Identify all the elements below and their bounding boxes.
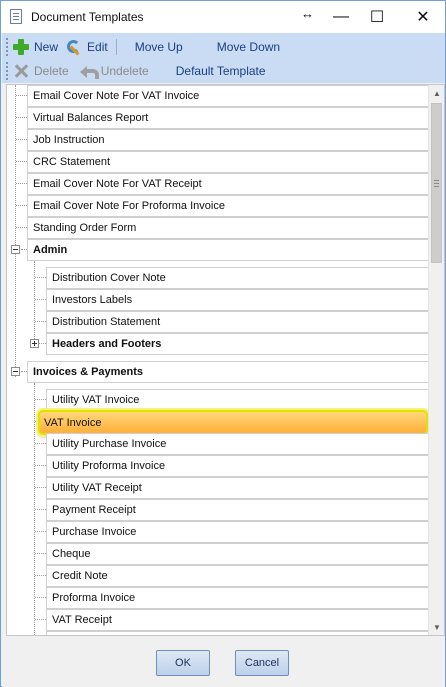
- toolbar: New Edit Move Up Move Down Delete Undele…: [2, 33, 445, 83]
- tree-item[interactable]: Email Cover Note For VAT Receipt: [27, 173, 429, 195]
- tree-item[interactable]: Utility VAT Receipt: [46, 477, 429, 499]
- tree-connector: [16, 205, 27, 206]
- tree-connector: [16, 139, 27, 140]
- new-label: New: [34, 40, 59, 54]
- new-button[interactable]: New: [13, 36, 58, 58]
- maximize-button[interactable]: ☐: [359, 1, 395, 33]
- tree-connector: [35, 321, 46, 322]
- toolbar-grip[interactable]: [6, 38, 8, 56]
- undelete-label: Undelete: [100, 64, 149, 78]
- tree-connector: [16, 95, 27, 96]
- move-down-button[interactable]: Move Down: [217, 36, 280, 58]
- ok-button[interactable]: OK: [156, 650, 210, 676]
- minimize-button[interactable]: —: [323, 1, 359, 33]
- tree-connector: [35, 443, 46, 444]
- default-template-label: Default Template: [175, 64, 266, 78]
- delete-icon: [13, 63, 29, 79]
- tree-item[interactable]: Payment Receipt: [46, 499, 429, 521]
- tree-item[interactable]: Virtual Balances Report: [27, 107, 429, 129]
- tree-group-admin[interactable]: Admin: [27, 239, 429, 261]
- toolbar-grip[interactable]: [6, 62, 8, 80]
- scrollbar-thumb[interactable]: [431, 103, 442, 263]
- expand-toggle-headers-footers[interactable]: [30, 339, 39, 348]
- collapse-toggle-admin[interactable]: [11, 245, 20, 254]
- tree-item[interactable]: Proforma Invoice: [46, 587, 429, 609]
- close-button[interactable]: ✕: [405, 1, 441, 33]
- tree-item[interactable]: Distribution Statement: [46, 311, 429, 333]
- tree-connector: [35, 487, 46, 488]
- scroll-up-arrow-icon[interactable]: ▲: [429, 85, 444, 101]
- tree-connector: [34, 261, 35, 343]
- toolbar-row-1: New Edit Move Up Move Down: [13, 35, 280, 59]
- tree-connector: [16, 161, 27, 162]
- toolbar-separator: [115, 39, 117, 55]
- undelete-button[interactable]: Undelete: [79, 60, 149, 82]
- tree-content: Email Cover Note For VAT Invoice Virtual…: [7, 85, 429, 635]
- tree-item[interactable]: Purchase Invoice: [46, 521, 429, 543]
- collapse-toggle-invoices-payments[interactable]: [11, 367, 20, 376]
- tree-item[interactable]: CRC Statement: [27, 151, 429, 173]
- scrollbar-grip-icon: [434, 180, 439, 187]
- tree-item[interactable]: [46, 631, 429, 635]
- tree-connector: [35, 399, 46, 400]
- delete-label: Delete: [34, 64, 69, 78]
- undo-icon: [79, 63, 99, 79]
- dialog-footer: OK Cancel: [2, 637, 445, 687]
- window-title: Document Templates: [31, 10, 144, 24]
- tree-group-headers-footers[interactable]: Headers and Footers: [46, 333, 429, 355]
- tree-item[interactable]: Utility Proforma Invoice: [46, 455, 429, 477]
- tree-connector: [15, 85, 16, 377]
- tree-item[interactable]: Investors Labels: [46, 289, 429, 311]
- tree-connector: [16, 117, 27, 118]
- cancel-button[interactable]: Cancel: [235, 650, 289, 676]
- tree-connector: [16, 227, 27, 228]
- tree-connector: [35, 619, 46, 620]
- add-icon: [13, 39, 29, 55]
- tree-item[interactable]: Standing Order Form: [27, 217, 429, 239]
- default-template-button[interactable]: Default Template: [176, 60, 266, 82]
- tree-connector: [35, 277, 46, 278]
- tree-connector: [16, 183, 27, 184]
- wrench-icon: [66, 39, 82, 55]
- tree-connector: [35, 465, 46, 466]
- tree-group-invoices-payments[interactable]: Invoices & Payments: [27, 361, 429, 383]
- tree-item[interactable]: Email Cover Note For VAT Invoice: [27, 85, 429, 107]
- tree-connector: [35, 509, 46, 510]
- tree-item[interactable]: VAT Receipt: [46, 609, 429, 631]
- tree-item[interactable]: Cheque: [46, 543, 429, 565]
- document-icon: [10, 9, 22, 24]
- tree-item[interactable]: Distribution Cover Note: [46, 267, 429, 289]
- document-templates-window: Document Templates ↔ — ☐ ✕ New Edit Move…: [0, 0, 446, 687]
- tree-item-selected[interactable]: VAT Invoice: [38, 410, 428, 435]
- tree-connector: [35, 299, 46, 300]
- scroll-down-arrow-icon[interactable]: ▼: [429, 619, 444, 635]
- tree-item[interactable]: Credit Note: [46, 565, 429, 587]
- tree-item[interactable]: Utility Purchase Invoice: [46, 433, 429, 455]
- toolbar-row-2: Delete Undelete Default Template: [13, 59, 266, 83]
- tree-connector: [35, 531, 46, 532]
- tree-connector: [35, 553, 46, 554]
- tree-connector: [35, 575, 46, 576]
- move-up-button[interactable]: Move Up: [135, 36, 183, 58]
- tree-connector: [39, 343, 46, 344]
- edit-button[interactable]: Edit: [66, 36, 108, 58]
- resize-arrows-icon[interactable]: ↔: [301, 6, 314, 21]
- tree-item[interactable]: Job Instruction: [27, 129, 429, 151]
- move-down-label: Move Down: [216, 40, 281, 54]
- vertical-scrollbar[interactable]: ▲ ▼: [428, 85, 444, 635]
- tree-connector: [35, 597, 46, 598]
- move-up-label: Move Up: [134, 40, 183, 54]
- template-tree[interactable]: Email Cover Note For VAT Invoice Virtual…: [6, 84, 445, 636]
- title-bar: Document Templates ↔ — ☐ ✕: [1, 1, 445, 33]
- edit-label: Edit: [87, 40, 108, 54]
- tree-item[interactable]: Utility VAT Invoice: [46, 389, 429, 411]
- delete-button[interactable]: Delete: [13, 60, 69, 82]
- tree-item[interactable]: Email Cover Note For Proforma Invoice: [27, 195, 429, 217]
